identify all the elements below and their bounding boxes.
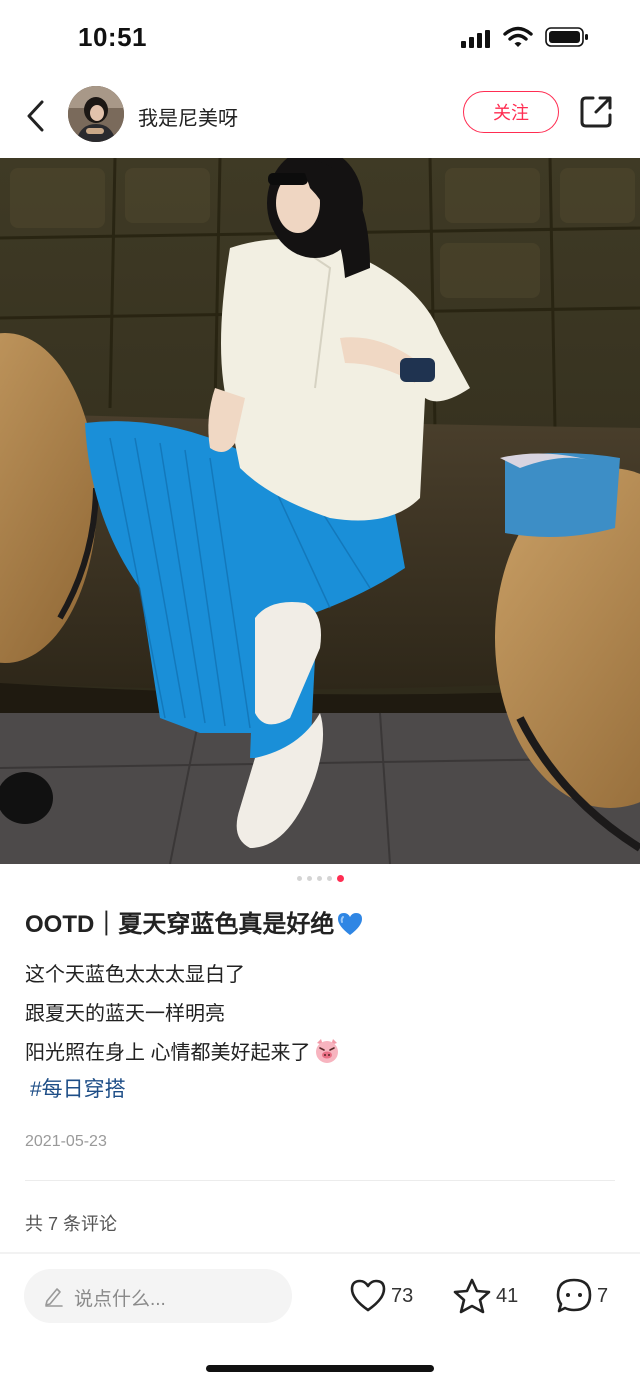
divider [25,1180,615,1181]
comment-input[interactable]: 说点什么... [24,1269,292,1323]
like-count: 73 [391,1284,414,1307]
post-body-line: 这个天蓝色太太太显白了 [25,964,245,986]
follow-button[interactable]: 关注 [463,91,559,133]
favorite-button[interactable]: 41 [452,1274,518,1318]
status-bar: 10:51 [0,0,640,78]
post-hashtag[interactable]: #每日穿搭 [30,1073,126,1103]
carousel-indicator [0,875,640,886]
author-avatar[interactable] [68,86,124,142]
author-name[interactable]: 我是尼美呀 [138,102,238,131]
carousel-dot [296,876,302,881]
post-body-line: 跟夏天的蓝天一样明亮 [25,1003,225,1025]
like-button[interactable]: 73 [349,1274,413,1318]
signal-icon [461,30,490,48]
home-indicator[interactable] [206,1365,434,1372]
pig-face-icon [315,1039,338,1063]
comment-button[interactable]: 7 [555,1274,608,1318]
share-icon[interactable] [578,94,614,130]
favorite-count: 41 [496,1284,519,1307]
carousel-dot [316,876,322,881]
carousel-dot-active [336,875,344,882]
blue-heart-icon [338,913,363,935]
comment-count: 7 [597,1284,609,1307]
comment-placeholder: 说点什么... [74,1289,166,1310]
status-time: 10:51 [78,22,147,52]
carousel-dot [306,876,312,881]
post-date: 2021-05-23 [25,1133,107,1150]
post-title-text: OOTD｜夏天穿蓝色真是好绝 [25,911,335,938]
back-icon[interactable] [22,96,52,136]
post-photo[interactable] [0,158,640,864]
post-body-line: 阳光照在身上 心情都美好起来了 [25,1036,341,1065]
wifi-icon [503,26,533,47]
star-icon [453,1278,491,1314]
comment-bubble-icon [556,1278,592,1313]
post-body-line-text: 阳光照在身上 心情都美好起来了 [25,1042,311,1064]
comment-count-label[interactable]: 共 7 条评论 [25,1210,117,1236]
carousel-dot [326,876,332,881]
battery-icon [545,27,588,47]
post-title: OOTD｜夏天穿蓝色真是好绝 [25,904,364,939]
follow-label: 关注 [493,103,529,123]
post-header: 我是尼美呀 关注 [0,80,640,158]
divider [0,1252,640,1254]
heart-icon [350,1279,386,1312]
pencil-icon [45,1288,63,1307]
